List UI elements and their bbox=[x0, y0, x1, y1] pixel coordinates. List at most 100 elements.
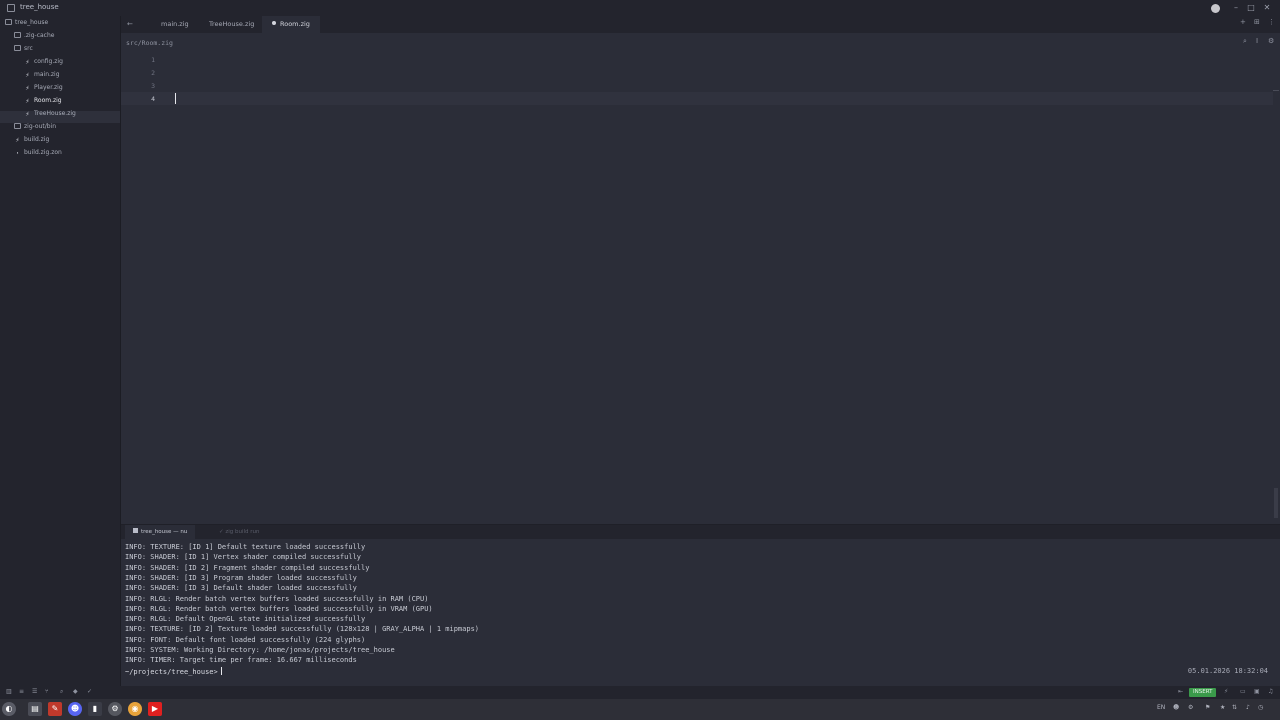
close-icon[interactable]: ✕ bbox=[1261, 2, 1273, 14]
terminal-icon bbox=[133, 528, 138, 533]
tree-item-build-zig[interactable]: ⚡ build.zig bbox=[14, 134, 49, 146]
youtube-icon[interactable]: ▶ bbox=[148, 702, 162, 716]
terminal-app-icon[interactable]: ▮ bbox=[88, 702, 102, 716]
tree-item-player[interactable]: ⚡ Player.zig bbox=[24, 82, 62, 94]
terminal-datetime: 05.01.2026 18:32:04 bbox=[1187, 667, 1268, 675]
diagnostics-icon[interactable]: ◆ bbox=[73, 688, 78, 695]
code-editor[interactable]: 1 2 3 4 bbox=[121, 50, 1273, 524]
tree-item-label: build.zig bbox=[24, 136, 50, 143]
file-tree-sidebar: tree_house .zig-cache src ⚡ config.zig ⚡ m… bbox=[0, 16, 121, 686]
steam-tray-icon[interactable]: ⚙ bbox=[1188, 704, 1193, 711]
terminal-toggle-icon[interactable]: ▣ bbox=[1254, 688, 1260, 695]
clock-icon[interactable]: ◷ bbox=[1258, 704, 1263, 711]
terminal-tab-build[interactable]: ✓ zig build run bbox=[211, 525, 268, 539]
steam-icon[interactable]: ⚙ bbox=[108, 702, 122, 716]
keyboard-layout[interactable]: EN bbox=[1157, 704, 1165, 711]
editor-app-icon[interactable]: ✎ bbox=[48, 702, 62, 716]
status-bar: ▥ ≡ ☰ ⑂ ⌕ ◆ ✓ ⇤ INSERT ⚡ ▭ ▣ ♫ bbox=[0, 686, 1280, 699]
tab-label: zig build run bbox=[225, 529, 260, 535]
tab-treehouse-zig[interactable]: TreeHouse.zig bbox=[199, 16, 264, 33]
tree-item-build-zon[interactable]: · build.zig.zon bbox=[14, 147, 61, 159]
scrollbar-thumb[interactable] bbox=[1274, 488, 1278, 518]
tree-item-main[interactable]: ⚡ main.zig bbox=[24, 69, 59, 81]
taskbar: ◐ ▤ ✎ ☻ ▮ ⚙ ◉ ▶ EN ☻ ⚙ ⚑ ★ ⇅ ♪ ◷ bbox=[0, 699, 1280, 720]
terminal-panel[interactable]: tree_house — nu ✓ zig build run INFO: TE… bbox=[121, 524, 1280, 686]
tab-main-zig[interactable]: main.zig bbox=[151, 16, 199, 33]
zig-file-icon: ⚡ bbox=[25, 98, 30, 105]
network-icon[interactable]: ⇅ bbox=[1232, 704, 1237, 711]
prompt-text: ~/projects/tree_house> bbox=[125, 668, 218, 676]
more-icon[interactable]: ⋮ bbox=[1268, 18, 1275, 26]
launcher-icon[interactable]: ◐ bbox=[2, 702, 16, 716]
tree-item-label: TreeHouse.zig bbox=[34, 110, 76, 117]
search-icon[interactable]: ⌕ bbox=[60, 688, 63, 696]
tree-item-src[interactable]: src bbox=[14, 43, 33, 55]
zig-file-icon: ⚡ bbox=[25, 85, 30, 92]
line-number: 3 bbox=[151, 82, 155, 90]
breadcrumb[interactable]: src/Room.zig bbox=[126, 39, 173, 47]
line-number: 4 bbox=[151, 95, 155, 103]
window-title: tree_house bbox=[20, 3, 59, 11]
terminal-line: INFO: RLGL: Render batch vertex buffers … bbox=[125, 604, 433, 613]
editor-scrollbar[interactable] bbox=[1273, 50, 1280, 524]
discord-tray-icon[interactable]: ☻ bbox=[1173, 704, 1179, 711]
current-line-highlight bbox=[121, 92, 1273, 105]
tab-label: main.zig bbox=[161, 20, 189, 28]
tab-label: tree_house — nu bbox=[141, 529, 188, 535]
tab-label: TreeHouse.zig bbox=[209, 20, 255, 28]
tree-item-zig-cache[interactable]: .zig-cache bbox=[14, 30, 54, 42]
folder-icon bbox=[5, 19, 12, 25]
terminal-prompt[interactable]: ~/projects/tree_house> bbox=[125, 667, 222, 677]
line-ending-icon[interactable]: ⇤ bbox=[1178, 688, 1183, 695]
cursor-icon[interactable]: I bbox=[1256, 37, 1258, 45]
discord-icon[interactable]: ☻ bbox=[68, 702, 82, 716]
avatar[interactable] bbox=[1211, 4, 1220, 13]
tree-item-root[interactable]: tree_house bbox=[5, 17, 48, 29]
star-icon[interactable]: ★ bbox=[1220, 704, 1225, 711]
search-icon[interactable]: ⌕ bbox=[1243, 37, 1247, 46]
settings-icon[interactable]: ⚙ bbox=[1268, 37, 1274, 45]
terminal-line: INFO: TEXTURE: [ID 1] Default texture lo… bbox=[125, 543, 366, 551]
terminal-line: INFO: TIMER: Target time per frame: 16.6… bbox=[125, 656, 357, 665]
panel-icon[interactable]: ▥ bbox=[6, 688, 12, 695]
terminal-line: INFO: SYSTEM: Working Directory: /home/j… bbox=[125, 646, 395, 654]
volume-icon[interactable]: ♪ bbox=[1246, 704, 1250, 711]
app-icon bbox=[7, 4, 15, 12]
list-icon[interactable]: ☰ bbox=[32, 688, 37, 695]
chrome-icon[interactable]: ◉ bbox=[128, 702, 142, 716]
bell-icon[interactable]: ♫ bbox=[1268, 688, 1273, 695]
terminal-line: INFO: SHADER: [ID 3] Program shader load… bbox=[125, 573, 357, 582]
tree-item-room[interactable]: ⚡ Room.zig bbox=[24, 95, 61, 107]
tree-item-label: tree_house bbox=[15, 19, 49, 26]
git-icon[interactable]: ⑂ bbox=[45, 688, 49, 695]
tree-item-config[interactable]: ⚡ config.zig bbox=[24, 56, 63, 68]
terminal-tab-bar: tree_house — nu ✓ zig build run bbox=[121, 525, 1280, 539]
terminal-line: INFO: RLGL: Default OpenGL state initial… bbox=[125, 615, 366, 624]
line-number: 1 bbox=[151, 56, 155, 64]
zig-file-icon: ⚡ bbox=[15, 137, 20, 144]
terminal-line: INFO: SHADER: [ID 3] Default shader load… bbox=[125, 584, 357, 593]
minimize-icon[interactable]: – bbox=[1230, 2, 1242, 14]
language-icon[interactable]: ⚡ bbox=[1224, 688, 1228, 695]
new-tab-icon[interactable]: + bbox=[1240, 18, 1246, 26]
zig-file-icon: ⚡ bbox=[25, 59, 30, 66]
tree-item-label: zig-out/bin bbox=[24, 123, 57, 130]
outline-icon[interactable]: ≡ bbox=[19, 688, 24, 695]
tree-item-treehouse[interactable]: ⚡ TreeHouse.zig bbox=[24, 108, 76, 120]
vim-mode-badge: INSERT bbox=[1189, 688, 1217, 697]
split-pane-icon[interactable]: ⊞ bbox=[1254, 18, 1260, 26]
maximize-icon[interactable]: □ bbox=[1245, 2, 1257, 14]
back-arrow-icon[interactable]: ← bbox=[127, 16, 133, 33]
flag-icon[interactable]: ⚑ bbox=[1205, 704, 1210, 711]
terminal-tab-nu[interactable]: tree_house — nu bbox=[125, 525, 196, 539]
editor-tab-bar: ← main.zig TreeHouse.zig Room.zig + ⊞ ⋮ bbox=[121, 16, 1280, 33]
files-icon[interactable]: ▤ bbox=[28, 702, 42, 716]
tree-item-zig-out[interactable]: zig-out/bin bbox=[14, 121, 56, 133]
tab-room-zig[interactable]: Room.zig bbox=[262, 16, 320, 33]
zig-file-icon: ⚡ bbox=[25, 111, 30, 118]
check-icon[interactable]: ✓ bbox=[87, 688, 92, 695]
folder-icon bbox=[14, 123, 21, 129]
file-icon: · bbox=[16, 150, 19, 157]
terminal-line: INFO: RLGL: Render batch vertex buffers … bbox=[125, 594, 429, 603]
layout-icon[interactable]: ▭ bbox=[1240, 688, 1246, 695]
